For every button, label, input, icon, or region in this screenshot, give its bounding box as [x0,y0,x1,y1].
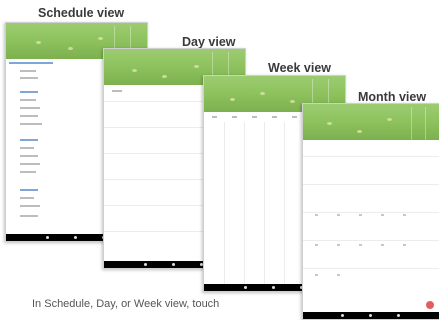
day-view-title: Day view [182,35,236,49]
week-view-title: Week view [268,61,332,75]
instruction-caption: In Schedule, Day, or Week view, touch [32,298,220,310]
home-icon [172,263,175,266]
back-icon [244,286,247,289]
back-icon [46,236,49,239]
month-view-title: Month view [358,90,427,104]
recents-icon [397,314,400,317]
home-icon [74,236,77,239]
month-view-screenshot [302,103,439,320]
month-nav-bar [303,312,439,319]
month-header [303,104,439,140]
add-event-icon[interactable] [426,301,434,309]
back-icon [144,263,147,266]
home-icon [369,314,372,317]
back-icon [341,314,344,317]
home-icon [272,286,275,289]
schedule-view-title: Schedule view [38,6,125,20]
